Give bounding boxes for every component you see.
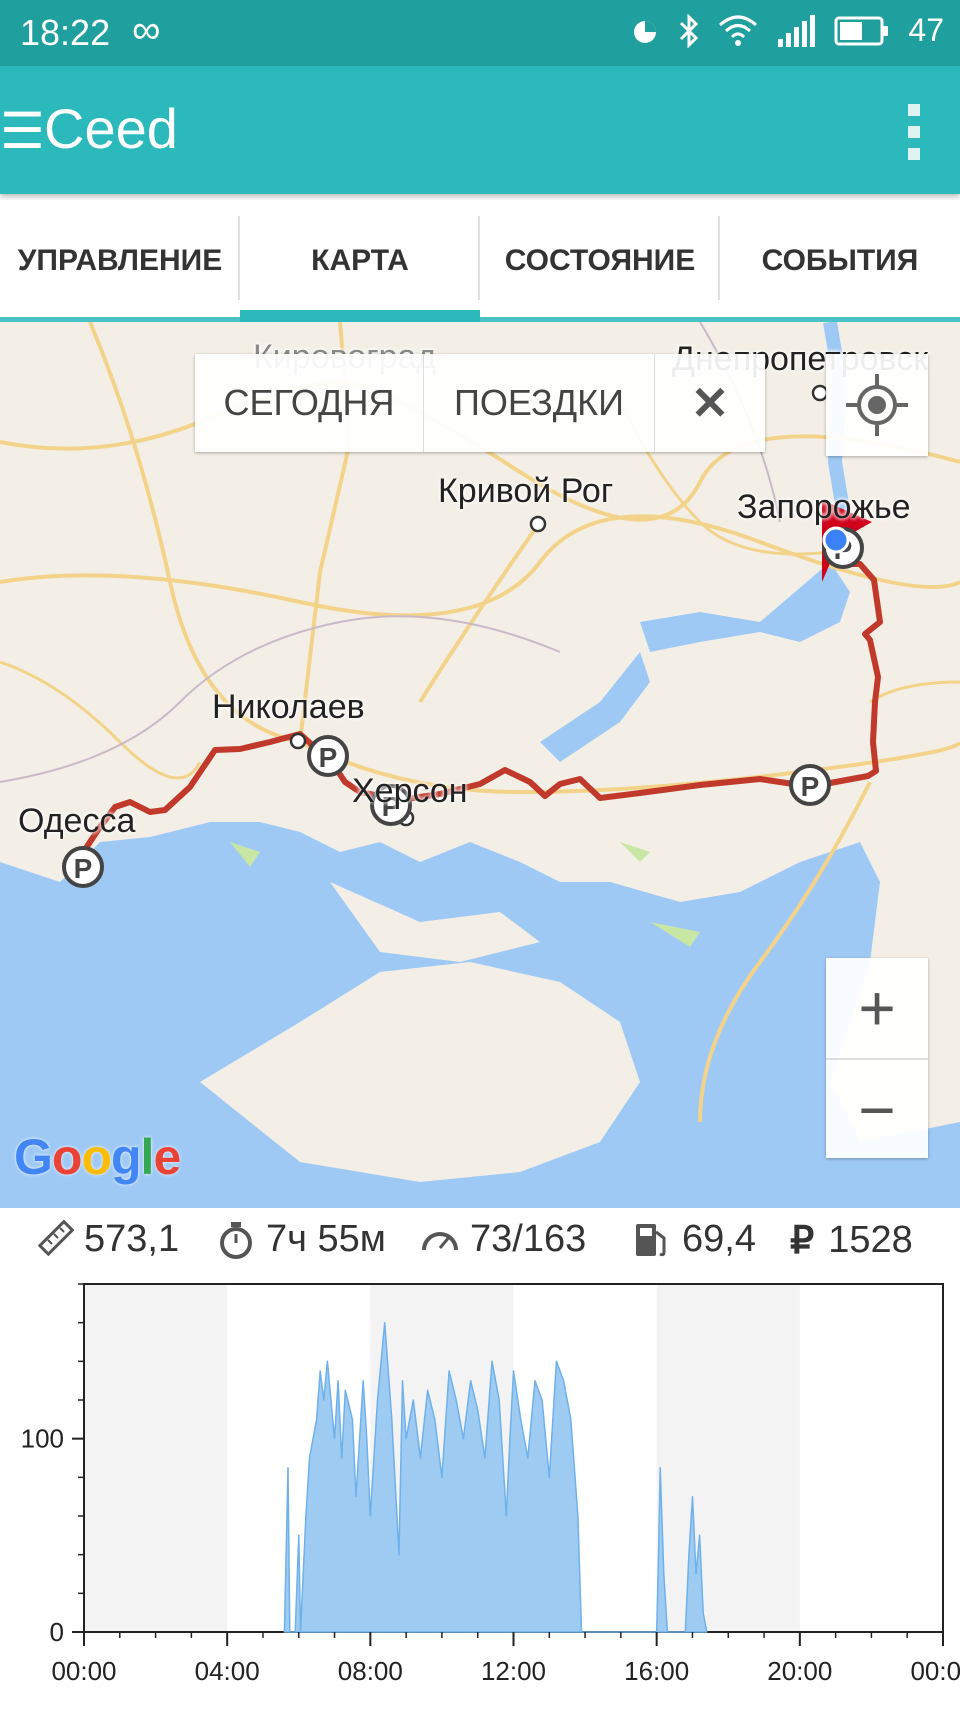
tab-status[interactable]: СОСТОЯНИЕ [480, 200, 720, 322]
zoom-in-button[interactable]: + [826, 958, 928, 1058]
svg-text:P: P [801, 771, 820, 802]
chart-shaded-band [656, 1284, 800, 1632]
my-location-button[interactable] [826, 354, 928, 456]
tab-map[interactable]: КАРТА [240, 200, 480, 322]
stat-cost: ₽ 1528 [790, 1218, 913, 1263]
distance-value: 573,1 [84, 1218, 180, 1260]
speed-chart-svg: 0 100 00:00 04:00 08:00 12:00 16:00 20:00 00:00 [21, 1283, 960, 1686]
duration-value: 7ч 55м [266, 1218, 386, 1260]
zoom-out-button[interactable]: − [826, 1058, 928, 1160]
city-label-krivoy-rog: Кривой Рог [438, 472, 614, 510]
google-logo: Google [14, 1129, 181, 1185]
speedometer-icon [422, 1231, 458, 1250]
app-bar: ☰ Ceed [0, 66, 960, 194]
tab-map-label: КАРТА [311, 244, 409, 277]
more-vert-icon[interactable] [908, 104, 922, 170]
battery-icon [834, 16, 889, 45]
y-tick-label: 100 [21, 1424, 64, 1454]
svg-text:P: P [319, 742, 338, 773]
tab-control-label: УПРАВЛЕНИЕ [17, 244, 223, 277]
tab-control[interactable]: УПРАВЛЕНИЕ [0, 200, 240, 322]
parking-marker[interactable]: P [307, 735, 349, 777]
ruler-icon [37, 1219, 74, 1256]
ruble-icon: ₽ [790, 1220, 815, 1262]
city-label-nikolaev: Николаев [212, 688, 365, 726]
trip-stats: 573,1 7ч 55м 73/163 69,4 ₽ 1528 [0, 1208, 960, 1280]
cost-value: 1528 [828, 1219, 913, 1261]
fuel-value: 69,4 [682, 1218, 756, 1260]
trip-filter-bar: СЕГОДНЯ ПОЕЗДКИ ✕ [195, 354, 765, 452]
battery-level: 47 [908, 12, 944, 48]
x-tick-label: 00:00 [910, 1656, 960, 1686]
stat-distance: 573,1 [34, 1218, 179, 1261]
x-tick-label: 12:00 [481, 1656, 546, 1686]
menu-icon[interactable]: ☰ [0, 106, 45, 156]
data-saver-icon [634, 20, 657, 43]
bluetooth-icon [680, 13, 699, 48]
today-button[interactable]: СЕГОДНЯ [195, 354, 424, 452]
zoom-controls: + − [826, 958, 928, 1158]
status-time: 18:22 [20, 12, 111, 53]
tab-status-label: СОСТОЯНИЕ [504, 244, 696, 277]
stat-duration: 7ч 55м [216, 1218, 386, 1261]
x-tick-label: 20:00 [767, 1656, 832, 1686]
tab-events-label: СОБЫТИЯ [761, 244, 919, 277]
current-location-dot [822, 526, 850, 554]
stat-fuel: 69,4 [632, 1218, 756, 1261]
parking-marker[interactable]: P [789, 764, 831, 806]
infinity-icon: ∞ [132, 8, 161, 52]
speed-chart: 0 100 00:00 04:00 08:00 12:00 16:00 20:00 00:00 [0, 1280, 960, 1707]
x-tick-label: 04:00 [195, 1656, 260, 1686]
svg-text:P: P [74, 853, 93, 884]
parking-marker[interactable]: P [62, 846, 104, 888]
x-tick-label: 08:00 [338, 1656, 403, 1686]
x-tick-label: 16:00 [624, 1656, 689, 1686]
x-tick-label: 00:00 [51, 1656, 116, 1686]
app-title: Ceed [44, 97, 178, 160]
map-view[interactable]: P P P P P Кировоград Днепропетровск Крив… [0, 322, 960, 1208]
close-icon[interactable]: ✕ [655, 354, 765, 452]
tab-events[interactable]: СОБЫТИЯ [720, 200, 960, 322]
signal-icon [778, 14, 816, 47]
trips-button[interactable]: ПОЕЗДКИ [424, 354, 655, 452]
city-label-odessa: Одесса [18, 802, 136, 840]
status-icons: 47 [630, 12, 944, 49]
speed-value: 73/163 [470, 1218, 587, 1260]
crosshair-icon [846, 374, 908, 436]
city-label-zaporozhye: Запорожье [737, 488, 911, 526]
stat-speed: 73/163 [420, 1218, 586, 1261]
status-bar: 18:22 ∞ 47 [0, 0, 960, 66]
map-canvas: P P P P P [0, 322, 960, 1208]
tab-bar: УПРАВЛЕНИЕ КАРТА СОСТОЯНИЕ СОБЫТИЯ [0, 200, 960, 322]
city-label-kherson: Херсон [352, 772, 468, 810]
wifi-icon [719, 15, 758, 46]
y-tick-label: 0 [50, 1617, 64, 1647]
stopwatch-icon [220, 1221, 252, 1259]
fuel-pump-icon [636, 1223, 666, 1256]
chart-shaded-band [84, 1284, 228, 1632]
